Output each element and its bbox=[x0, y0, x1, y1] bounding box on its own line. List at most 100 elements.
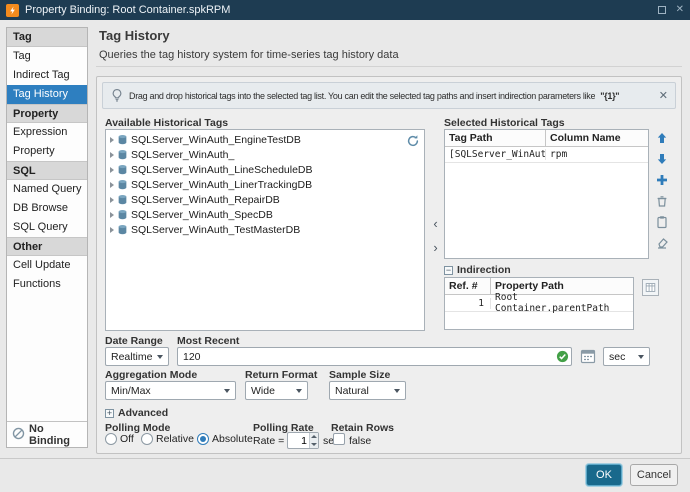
tree-item[interactable]: SQLServer_WinAuth_ bbox=[106, 147, 424, 162]
tree-item[interactable]: SQLServer_WinAuth_LinerTrackingDB bbox=[106, 177, 424, 192]
sidebar-section-other: Other bbox=[7, 237, 87, 256]
ok-button[interactable]: OK bbox=[586, 464, 622, 486]
tree-item[interactable]: SQLServer_WinAuth_SpecDB bbox=[106, 207, 424, 222]
footer-divider bbox=[0, 458, 690, 459]
expand-caret-icon[interactable] bbox=[110, 136, 114, 143]
polling-relative-radio[interactable]: Relative bbox=[141, 433, 194, 445]
aggregation-mode-label: Aggregation Mode bbox=[105, 369, 198, 381]
clear-icon[interactable] bbox=[655, 236, 669, 250]
date-range-mode-value: Realtime bbox=[111, 350, 153, 363]
binding-config-panel: Drag and drop historical tags into the s… bbox=[96, 76, 682, 454]
maximize-icon[interactable] bbox=[657, 6, 666, 14]
sidebar-item-cell-update[interactable]: Cell Update bbox=[7, 256, 87, 275]
sidebar-item-expression[interactable]: Expression bbox=[7, 123, 87, 142]
tree-item-label: SQLServer_WinAuth_SpecDB bbox=[131, 208, 273, 221]
available-tags-panel: SQLServer_WinAuth_EngineTestDB SQLServer… bbox=[105, 129, 425, 331]
page-title: Tag History bbox=[99, 28, 170, 43]
database-icon bbox=[117, 164, 128, 175]
add-icon[interactable] bbox=[655, 173, 669, 187]
close-icon[interactable]: ✕ bbox=[676, 5, 684, 15]
move-down-icon[interactable] bbox=[655, 152, 669, 166]
expand-caret-icon[interactable] bbox=[110, 226, 114, 233]
sidebar-item-tag[interactable]: Tag bbox=[7, 47, 87, 66]
window-controls: ✕ bbox=[657, 5, 684, 15]
polling-absolute-radio[interactable]: Absolute bbox=[197, 433, 253, 445]
return-format-select[interactable]: Wide bbox=[245, 381, 308, 400]
most-recent-input[interactable] bbox=[177, 347, 572, 366]
transfer-right-button[interactable]: › bbox=[429, 241, 442, 257]
property-table-icon[interactable] bbox=[642, 279, 659, 296]
tree-item-label: SQLServer_WinAuth_RepairDB bbox=[131, 193, 280, 206]
sample-size-value: Natural bbox=[335, 384, 369, 397]
tree-item[interactable]: SQLServer_WinAuth_EngineTestDB bbox=[106, 132, 424, 147]
radio-label: Absolute bbox=[212, 433, 253, 445]
tree-item[interactable]: SQLServer_WinAuth_TestMasterDB bbox=[106, 222, 424, 237]
refresh-icon[interactable] bbox=[406, 134, 420, 148]
page-subtitle: Queries the tag history system for time-… bbox=[99, 49, 399, 61]
cell-column-name[interactable]: rpm bbox=[546, 149, 648, 160]
sidebar-item-tag-history[interactable]: Tag History bbox=[7, 85, 87, 104]
sample-size-select[interactable]: Natural bbox=[329, 381, 406, 400]
binding-window-icon bbox=[6, 3, 19, 17]
delete-icon[interactable] bbox=[655, 194, 669, 208]
database-icon bbox=[117, 134, 128, 145]
cancel-button[interactable]: Cancel bbox=[630, 464, 678, 486]
database-icon bbox=[117, 194, 128, 205]
sidebar-section-property: Property bbox=[7, 104, 87, 123]
expand-caret-icon[interactable] bbox=[110, 196, 114, 203]
tree-item-label: SQLServer_WinAuth_LinerTrackingDB bbox=[131, 178, 313, 191]
column-header-column-name[interactable]: Column Name bbox=[546, 130, 648, 146]
banner-close-icon[interactable]: ✕ bbox=[659, 89, 668, 102]
retain-rows-checkbox[interactable] bbox=[333, 433, 345, 445]
tree-item-label: SQLServer_WinAuth_EngineTestDB bbox=[131, 133, 301, 146]
tree-item[interactable]: SQLServer_WinAuth_RepairDB bbox=[106, 192, 424, 207]
time-unit-select[interactable]: sec bbox=[603, 347, 650, 366]
radio-icon bbox=[141, 433, 153, 445]
polling-off-radio[interactable]: Off bbox=[105, 433, 134, 445]
cell-ref[interactable]: 1 bbox=[445, 297, 491, 309]
time-unit-value: sec bbox=[609, 350, 626, 363]
tree-item[interactable]: SQLServer_WinAuth_LineScheduleDB bbox=[106, 162, 424, 177]
paste-icon[interactable] bbox=[655, 215, 669, 229]
rate-input-wrap bbox=[287, 432, 319, 449]
expand-caret-icon[interactable] bbox=[110, 181, 114, 188]
titlebar[interactable]: Property Binding: Root Container.spkRPM … bbox=[0, 0, 690, 20]
calendar-icon[interactable] bbox=[580, 348, 596, 364]
transfer-left-button[interactable]: ‹ bbox=[429, 217, 442, 233]
column-header-ref[interactable]: Ref. # bbox=[445, 278, 491, 294]
indirection-row[interactable]: 1 Root Container.parentPath bbox=[445, 292, 633, 314]
table-row[interactable]: [SQLServer_WinAuth_ rpm bbox=[445, 147, 648, 163]
sidebar-section-tag: Tag bbox=[7, 28, 87, 47]
cell-tag-path[interactable]: [SQLServer_WinAuth_ bbox=[445, 149, 546, 160]
spinner-down-icon[interactable] bbox=[309, 440, 318, 448]
expand-caret-icon[interactable] bbox=[110, 211, 114, 218]
expand-plus-icon[interactable]: + bbox=[105, 408, 114, 418]
cell-property-path[interactable]: Root Container.parentPath bbox=[491, 292, 633, 314]
expand-caret-icon[interactable] bbox=[110, 151, 114, 158]
retain-rows-value: false bbox=[349, 435, 372, 447]
no-binding-button[interactable]: No Binding bbox=[7, 421, 87, 447]
expand-caret-icon[interactable] bbox=[110, 166, 114, 173]
date-range-label: Date Range bbox=[105, 335, 163, 347]
sidebar-item-sql-query[interactable]: SQL Query bbox=[7, 218, 87, 237]
chevron-down-icon bbox=[638, 354, 644, 359]
move-up-icon[interactable] bbox=[655, 131, 669, 145]
date-range-mode-select[interactable]: Realtime bbox=[105, 347, 169, 366]
chevron-down-icon bbox=[296, 388, 302, 393]
spinner-up-icon[interactable] bbox=[309, 433, 318, 441]
sidebar-item-db-browse[interactable]: DB Browse bbox=[7, 199, 87, 218]
tree-item-label: SQLServer_WinAuth_LineScheduleDB bbox=[131, 163, 313, 176]
tree-item-label: SQLServer_WinAuth_TestMasterDB bbox=[131, 223, 301, 236]
column-header-tag-path[interactable]: Tag Path bbox=[445, 130, 546, 146]
rate-spinner bbox=[309, 433, 318, 448]
aggregation-mode-select[interactable]: Min/Max bbox=[105, 381, 236, 400]
advanced-toggle[interactable]: + Advanced bbox=[105, 407, 168, 419]
indirection-header: − Indirection bbox=[444, 264, 511, 276]
header-divider bbox=[96, 66, 682, 67]
sidebar-item-property[interactable]: Property bbox=[7, 142, 87, 161]
sidebar-item-indirect-tag[interactable]: Indirect Tag bbox=[7, 66, 87, 85]
database-icon bbox=[117, 209, 128, 220]
collapse-minus-icon[interactable]: − bbox=[444, 265, 453, 275]
sidebar-item-named-query[interactable]: Named Query bbox=[7, 180, 87, 199]
sidebar-item-functions[interactable]: Functions bbox=[7, 275, 87, 294]
